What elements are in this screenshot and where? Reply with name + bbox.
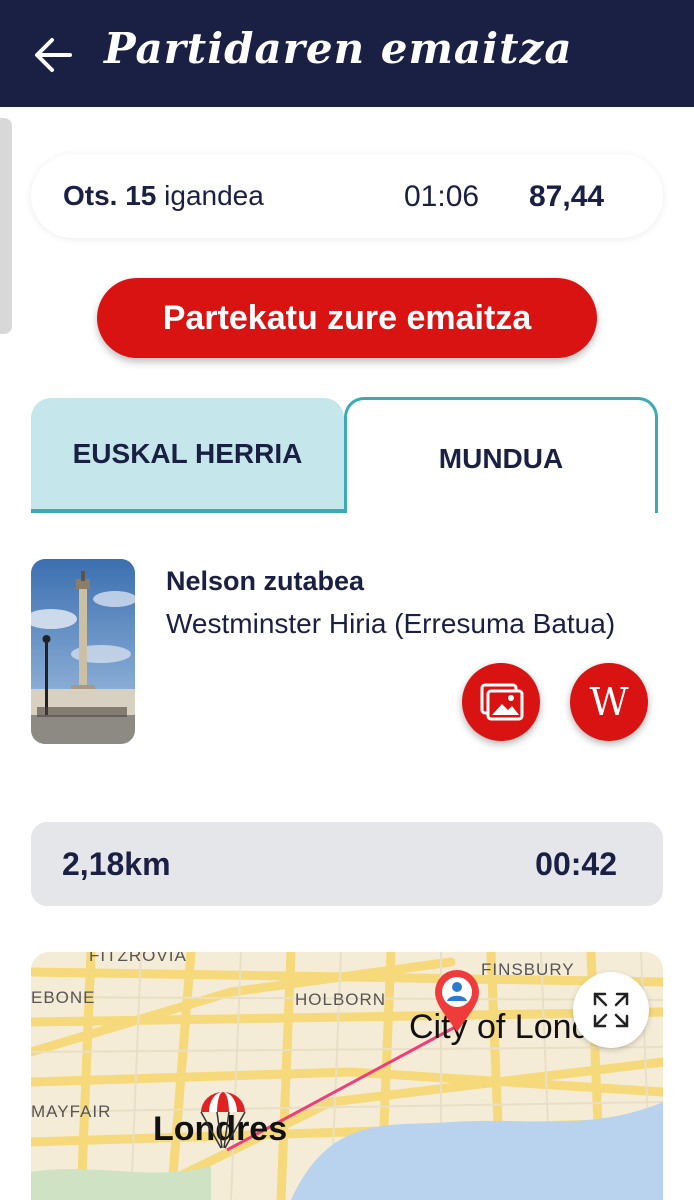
gallery-button[interactable]	[462, 663, 540, 741]
expand-map-button[interactable]	[573, 972, 649, 1048]
duration-value: 00:42	[535, 846, 617, 882]
tab-mundua[interactable]: MUNDUA	[344, 397, 658, 513]
place-name: Nelson zutabea	[166, 566, 365, 596]
map-label-mayfair: MAYFAIR	[31, 1102, 112, 1121]
user-pin-icon	[435, 970, 479, 1032]
map-label-holborn: HOLBORN	[295, 990, 387, 1009]
arrow-left-icon	[35, 38, 72, 72]
expand-icon	[593, 992, 629, 1028]
place-location: Westminster Hiria (Erresuma Batua)	[166, 608, 616, 639]
wikipedia-icon: W	[589, 680, 629, 724]
back-button[interactable]	[30, 32, 76, 78]
gallery-icon	[480, 683, 524, 721]
place-photo[interactable]	[31, 559, 135, 744]
app-header: Partidaren emaitza	[0, 0, 694, 107]
wikipedia-button[interactable]: W	[570, 663, 648, 741]
game-summary-card: Ots. 15 igandea 01:06 87,44	[31, 154, 663, 238]
stats-bar: 2,18km 00:42	[31, 822, 663, 906]
tab-euskal-herria[interactable]: EUSKAL HERRIA	[31, 398, 344, 512]
map-label-finsbury: FINSBURY	[481, 960, 575, 979]
date-weekday: igandea	[156, 180, 264, 211]
scroll-handle[interactable]	[0, 118, 12, 334]
game-score: 87,44	[529, 180, 605, 213]
distance-value: 2,18km	[62, 846, 171, 882]
map-label-fitzrovia: FITZROVIA	[89, 952, 187, 965]
map-label-bone: EBONE	[31, 988, 96, 1007]
tab-underline	[31, 509, 344, 513]
game-time: 01:06	[404, 180, 480, 213]
date-day: Ots. 15	[63, 180, 157, 211]
share-result-button[interactable]: Partekatu zure emaitza	[97, 278, 597, 358]
page-title: Partidaren emaitza	[104, 24, 573, 73]
parachute-icon	[200, 1092, 246, 1149]
game-date: Ots. 15 igandea	[63, 180, 264, 212]
result-map[interactable]: FITZROVIA EBONE HOLBORN FINSBURY MAYFAIR…	[31, 952, 663, 1200]
